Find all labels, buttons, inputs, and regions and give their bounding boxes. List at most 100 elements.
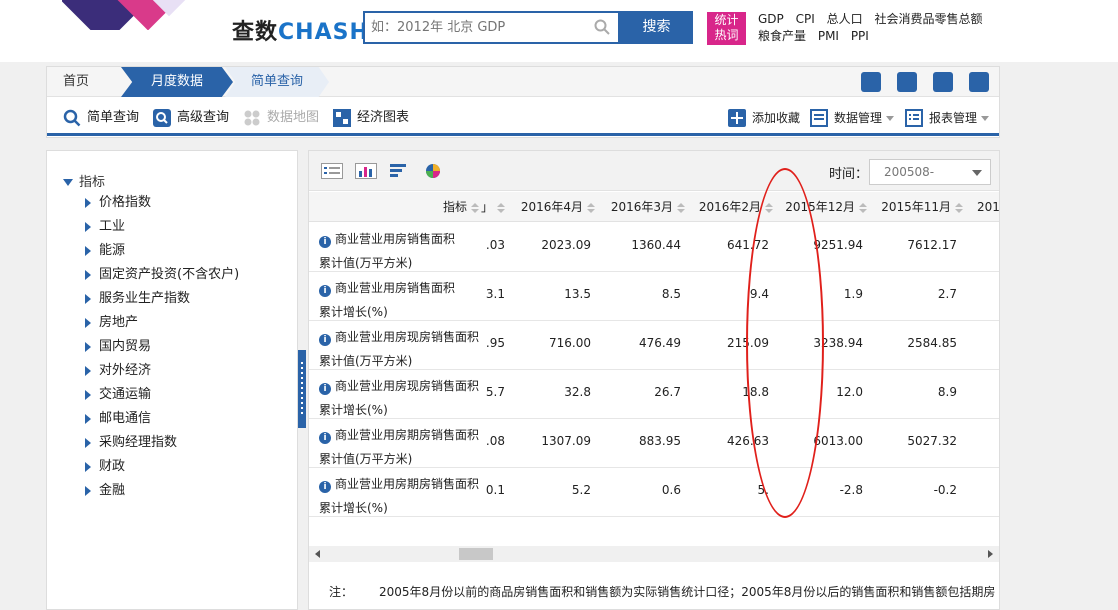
table-cell: 0.1 [485, 483, 505, 497]
tree-item-label: 金融 [99, 483, 126, 498]
tree-item[interactable]: 能源 [85, 243, 239, 267]
share-icon[interactable] [969, 72, 989, 92]
column-header[interactable]: 」 [481, 192, 506, 222]
column-header[interactable]: 2015年12月 [771, 192, 867, 222]
pie-chart-icon[interactable] [423, 163, 445, 179]
quick-link-population[interactable]: 总人口 [827, 12, 863, 26]
column-header[interactable]: 2016年4月 [505, 192, 595, 222]
sidebar-resize-handle[interactable] [298, 350, 306, 428]
horizontal-bar-icon[interactable] [389, 163, 411, 179]
indicator-line2: 累计值(万平方米) [319, 452, 413, 466]
column-header[interactable]: 2015年11月 [867, 192, 963, 222]
breadcrumb-month[interactable]: 月度数据 [121, 67, 233, 97]
info-icon[interactable]: i [319, 285, 331, 297]
time-select[interactable]: 200508- [869, 159, 991, 185]
advanced-search-icon [153, 109, 171, 127]
quick-link-grain[interactable]: 粮食产量 [758, 29, 806, 43]
info-icon[interactable]: i [319, 334, 331, 346]
quick-link-cpi[interactable]: CPI [796, 12, 815, 26]
tab-advanced-query[interactable]: 高级查询 [153, 108, 229, 128]
indicator-name[interactable]: i 商业营业用房现房销售面积 累计增长(%) [319, 374, 489, 422]
breadcrumb-home[interactable]: 首页 [63, 67, 89, 97]
tree-item[interactable]: 金融 [85, 483, 239, 507]
table-cell: -0.2 [933, 483, 957, 497]
info-icon[interactable]: i [319, 236, 331, 248]
search-input[interactable] [365, 13, 585, 42]
table-cell: 2.7 [937, 287, 957, 301]
caret-right-icon [85, 245, 91, 256]
tab-data-map[interactable]: 数据地图 [243, 108, 319, 128]
caret-right-icon [85, 413, 91, 424]
tree-item[interactable]: 房地产 [85, 315, 239, 339]
scroll-right-icon[interactable] [988, 550, 993, 558]
quick-links: GDP CPI 总人口 社会消费品零售总额 粮食产量 PMI PPI [758, 11, 998, 45]
table-view-icon[interactable] [321, 163, 343, 179]
column-header[interactable]: 2015 [977, 192, 1000, 222]
quick-link-retail[interactable]: 社会消费品零售总额 [874, 12, 982, 26]
column-header-label: 2016年4月 [520, 200, 583, 214]
tree-item-label: 对外经济 [99, 363, 152, 378]
export-icon[interactable] [861, 72, 881, 92]
tree-item[interactable]: 服务业生产指数 [85, 291, 239, 315]
indicator-name[interactable]: i 商业营业用房现房销售面积 累计值(万平方米) [319, 325, 489, 373]
caret-right-icon [85, 317, 91, 328]
indicator-name[interactable]: i 商业营业用房销售面积 累计增长(%) [319, 276, 489, 324]
tree-item-label: 工业 [99, 219, 126, 234]
table-cell: 5.7 [485, 385, 505, 399]
tree-item[interactable]: 价格指数 [85, 195, 239, 219]
table-cell: 6013.00 [813, 434, 863, 448]
indicator-name[interactable]: i 商业营业用房期房销售面积 累计值(万平方米) [319, 423, 489, 471]
nav-panel: 首页 月度数据 简单查询 简单查询 高级查询 数据地图 经济图表 添加收藏 数据… [46, 66, 1000, 138]
indicator-line2: 累计增长(%) [319, 403, 388, 417]
tab-econ-chart[interactable]: 经济图表 [333, 108, 409, 128]
info-icon[interactable]: i [319, 481, 331, 493]
quick-link-gdp[interactable]: GDP [758, 12, 784, 26]
column-header[interactable]: 2016年3月 [595, 192, 685, 222]
search-button[interactable]: 搜索 [620, 11, 693, 44]
chevron-down-icon [886, 116, 895, 121]
tree-item[interactable]: 对外经济 [85, 363, 239, 387]
tree-item[interactable]: 邮电通信 [85, 411, 239, 435]
column-header-indicator[interactable]: 指标 [379, 192, 479, 222]
column-header-label: 2015 [977, 200, 1000, 214]
table-cell: .03 [485, 238, 505, 252]
indicator-name[interactable]: i 商业营业用房期房销售面积 累计增长(%) [319, 472, 489, 520]
indicator-name[interactable]: i 商业营业用房销售面积 累计值(万平方米) [319, 227, 489, 275]
table-cell: 3238.94 [813, 336, 863, 350]
print-icon[interactable] [933, 72, 953, 92]
bar-chart-icon[interactable] [355, 163, 377, 179]
info-icon[interactable]: i [319, 432, 331, 444]
copy-icon[interactable] [897, 72, 917, 92]
sort-icon [471, 202, 479, 213]
tree-root[interactable]: 指标 [63, 171, 105, 190]
quick-link-ppi[interactable]: PPI [851, 29, 869, 43]
tree-item[interactable]: 交通运输 [85, 387, 239, 411]
table-cell: 716.00 [549, 336, 591, 350]
toolbar-icons [845, 72, 989, 92]
tree-item[interactable]: 固定资产投资(不含农户) [85, 267, 239, 291]
report-manage-menu[interactable]: 报表管理 [905, 108, 990, 128]
column-header[interactable]: 2016年2月 [683, 192, 773, 222]
table-cell: 426.63 [727, 434, 769, 448]
indicator-line1: 商业营业用房销售面积 [335, 281, 456, 295]
tree-item[interactable]: 采购经理指数 [85, 435, 239, 459]
tab-simple-query[interactable]: 简单查询 [63, 108, 139, 128]
tree-item[interactable]: 国内贸易 [85, 339, 239, 363]
logo[interactable] [62, 0, 192, 30]
table-cell: 12.0 [836, 385, 863, 399]
tree-item[interactable]: 工业 [85, 219, 239, 243]
add-favorite-button[interactable]: 添加收藏 [728, 108, 800, 128]
indicator-line2: 累计增长(%) [319, 501, 388, 515]
tree-item[interactable]: 财政 [85, 459, 239, 483]
quick-link-pmi[interactable]: PMI [818, 29, 839, 43]
breadcrumb-simple[interactable]: 简单查询 [225, 67, 329, 97]
scroll-left-icon[interactable] [315, 550, 320, 558]
search-icon[interactable] [594, 19, 610, 35]
horizontal-scrollbar[interactable] [309, 546, 999, 562]
info-icon[interactable]: i [319, 383, 331, 395]
scrollbar-thumb[interactable] [459, 548, 493, 560]
sort-icon [955, 202, 963, 213]
query-tabs: 简单查询 高级查询 数据地图 经济图表 添加收藏 数据管理 报表管理 [47, 98, 999, 136]
chevron-down-icon [972, 170, 982, 176]
data-manage-menu[interactable]: 数据管理 [810, 108, 895, 128]
